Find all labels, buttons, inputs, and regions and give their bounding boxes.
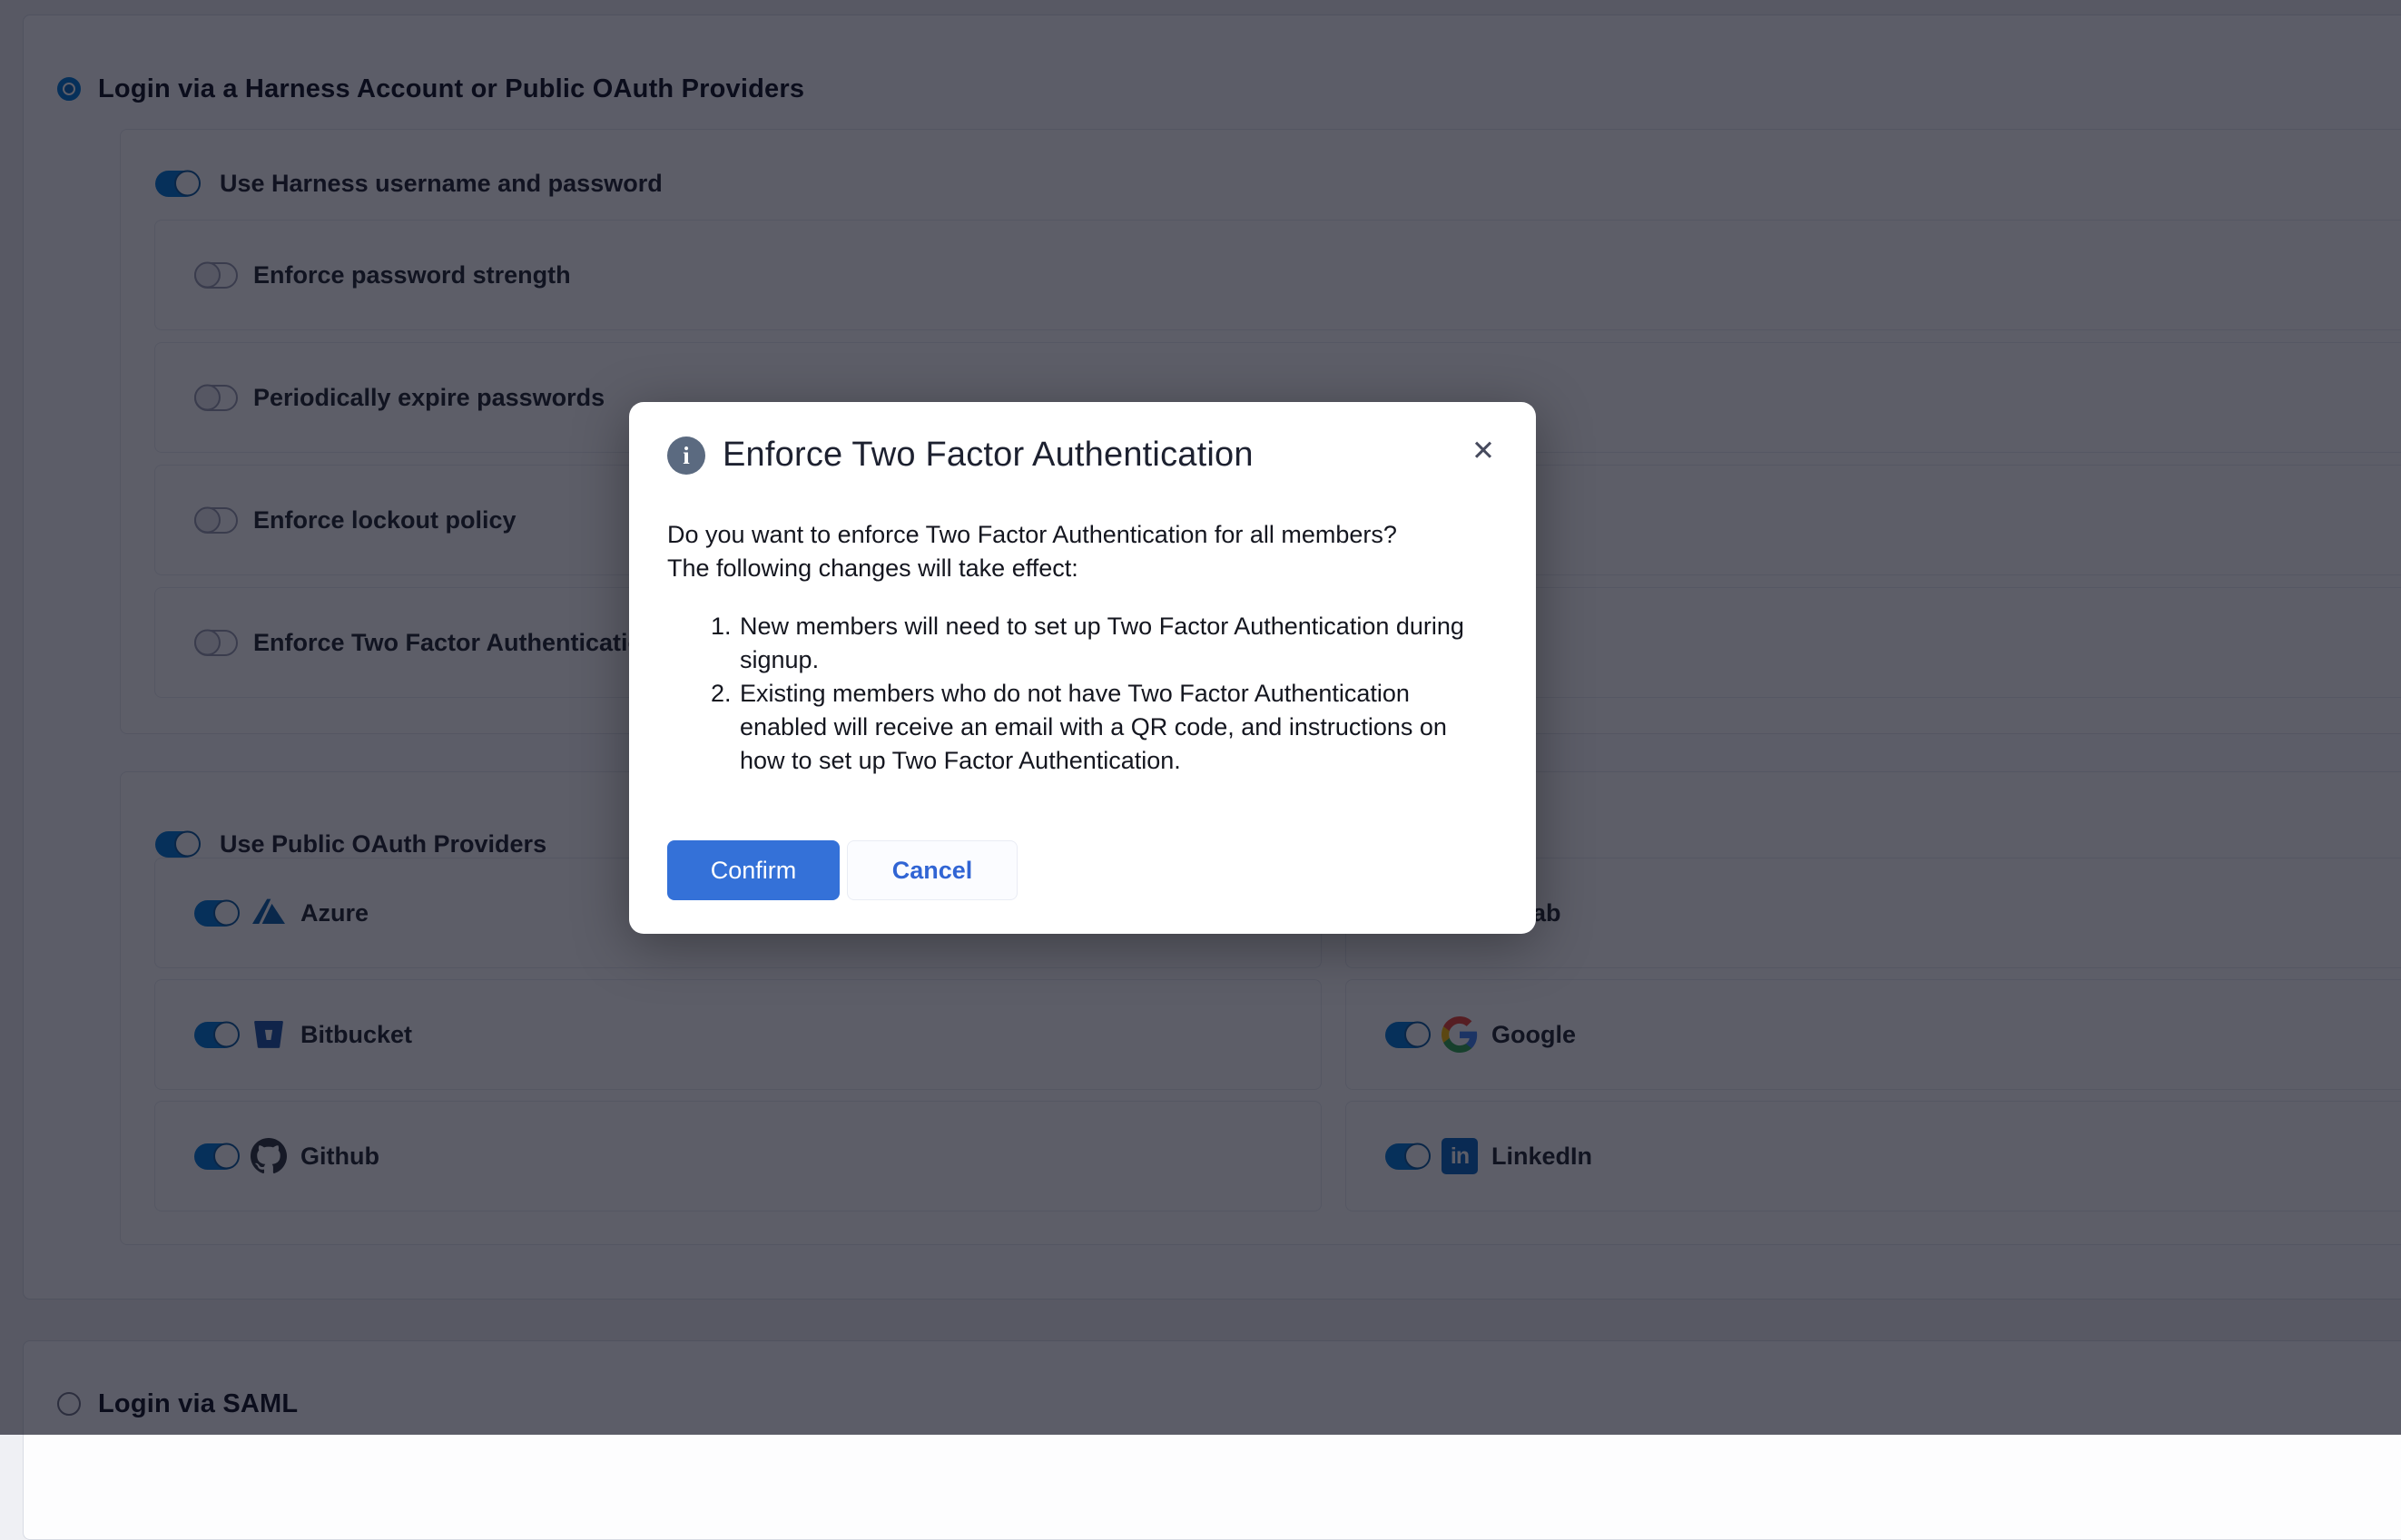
- two-factor-confirm-dialog: i Enforce Two Factor Authentication ✕ Do…: [629, 402, 1536, 934]
- list-item: New members will need to set up Two Fact…: [738, 610, 1473, 677]
- dialog-intro-text: Do you want to enforce Two Factor Authen…: [667, 518, 1495, 585]
- list-item: Existing members who do not have Two Fac…: [738, 677, 1473, 778]
- dialog-change-list: New members will need to set up Two Fact…: [667, 610, 1473, 778]
- confirm-button[interactable]: Confirm: [667, 840, 840, 900]
- dialog-buttons: Confirm Cancel: [667, 840, 1018, 900]
- dialog-title: Enforce Two Factor Authentication: [723, 436, 1254, 475]
- close-icon[interactable]: ✕: [1460, 427, 1507, 475]
- cancel-button[interactable]: Cancel: [847, 840, 1018, 900]
- info-icon: i: [667, 436, 705, 475]
- dialog-body: Do you want to enforce Two Factor Authen…: [667, 518, 1495, 778]
